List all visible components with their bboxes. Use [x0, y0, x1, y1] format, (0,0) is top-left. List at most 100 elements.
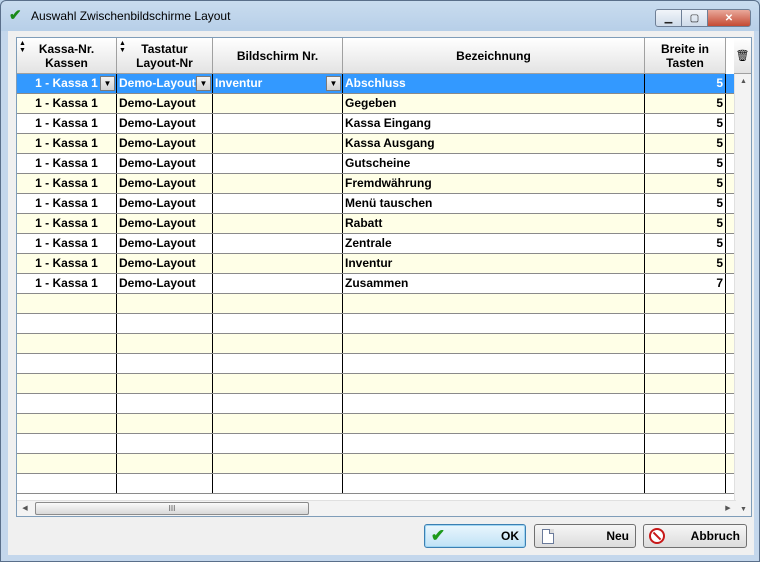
minimize-button[interactable]: ▁: [655, 9, 682, 27]
cell-bezeichnung[interactable]: [343, 414, 645, 433]
cell-breite[interactable]: [645, 314, 726, 333]
column-header-breite[interactable]: Breite in Tasten: [645, 38, 726, 74]
cell-kasse[interactable]: 1 - Kassa 1: [17, 114, 117, 133]
cell-bildschirm[interactable]: [213, 314, 343, 333]
cell-bildschirm[interactable]: [213, 214, 343, 233]
cell-breite[interactable]: 5: [645, 154, 726, 173]
cell-bildschirm[interactable]: [213, 394, 343, 413]
cancel-button[interactable]: Abbruch: [643, 524, 747, 548]
cell-breite[interactable]: [645, 354, 726, 373]
cell-bezeichnung[interactable]: [343, 434, 645, 453]
cell-layout[interactable]: [117, 474, 213, 493]
cell-kasse[interactable]: [17, 374, 117, 393]
cell-kasse[interactable]: 1 - Kassa 1: [17, 194, 117, 213]
cell-bildschirm[interactable]: [213, 114, 343, 133]
column-header-kasse[interactable]: ▲ ▼ Kassa-Nr. Kassen: [17, 38, 117, 74]
cell-layout[interactable]: Demo-Layout: [117, 234, 213, 253]
table-row[interactable]: 1 - Kassa 1 Demo-Layout Fremdwährung 5: [17, 174, 736, 194]
cell-layout[interactable]: [117, 374, 213, 393]
cell-bildschirm[interactable]: [213, 354, 343, 373]
cell-bildschirm[interactable]: [213, 474, 343, 493]
cell-layout[interactable]: Demo-Layout: [117, 154, 213, 173]
cell-layout[interactable]: [117, 434, 213, 453]
cell-layout[interactable]: [117, 414, 213, 433]
cell-kasse[interactable]: 1 - Kassa 1: [17, 134, 117, 153]
table-row[interactable]: 1 - Kassa 1 ▼ Demo-Layout ▼ Inventur ▼ Abschlu…: [17, 74, 736, 94]
cell-kasse[interactable]: 1 - Kassa 1: [17, 234, 117, 253]
cell-layout[interactable]: Demo-Layout: [117, 254, 213, 273]
cell-bezeichnung[interactable]: [343, 474, 645, 493]
table-row[interactable]: [17, 294, 736, 314]
table-row[interactable]: 1 - Kassa 1 Demo-Layout Zusammen 7: [17, 274, 736, 294]
table-row[interactable]: [17, 354, 736, 374]
cell-bildschirm[interactable]: [213, 454, 343, 473]
table-row[interactable]: 1 - Kassa 1 Demo-Layout Kassa Eingang 5: [17, 114, 736, 134]
scroll-left-icon[interactable]: ◀: [17, 501, 33, 516]
cell-bildschirm[interactable]: Inventur ▼: [213, 74, 343, 93]
cell-layout[interactable]: [117, 394, 213, 413]
table-row[interactable]: 1 - Kassa 1 Demo-Layout Rabatt 5: [17, 214, 736, 234]
table-row[interactable]: [17, 314, 736, 334]
cell-kasse[interactable]: 1 - Kassa 1: [17, 254, 117, 273]
cell-breite[interactable]: 5: [645, 114, 726, 133]
cell-bildschirm[interactable]: [213, 154, 343, 173]
cell-layout[interactable]: Demo-Layout: [117, 274, 213, 293]
cell-kasse[interactable]: 1 - Kassa 1: [17, 154, 117, 173]
cell-kasse[interactable]: [17, 294, 117, 313]
cell-breite[interactable]: [645, 414, 726, 433]
cell-layout[interactable]: Demo-Layout: [117, 174, 213, 193]
cell-kasse[interactable]: [17, 314, 117, 333]
cell-bezeichnung[interactable]: Gutscheine: [343, 154, 645, 173]
cell-kasse[interactable]: 1 - Kassa 1: [17, 94, 117, 113]
cell-bildschirm[interactable]: [213, 274, 343, 293]
table-row[interactable]: 1 - Kassa 1 Demo-Layout Gegeben 5: [17, 94, 736, 114]
dropdown-arrow-icon[interactable]: ▼: [100, 76, 115, 91]
cell-layout[interactable]: Demo-Layout: [117, 94, 213, 113]
column-header-layout[interactable]: ▲ ▼ Tastatur Layout-Nr: [117, 38, 213, 74]
cell-bezeichnung[interactable]: Zusammen: [343, 274, 645, 293]
cell-kasse[interactable]: [17, 394, 117, 413]
cell-layout[interactable]: Demo-Layout ▼: [117, 74, 213, 93]
table-row[interactable]: [17, 334, 736, 354]
horizontal-scroll-thumb[interactable]: III: [35, 502, 309, 515]
cell-bezeichnung[interactable]: Abschluss: [343, 74, 645, 93]
cell-breite[interactable]: 7: [645, 274, 726, 293]
cell-bezeichnung[interactable]: Inventur: [343, 254, 645, 273]
cell-bildschirm[interactable]: [213, 414, 343, 433]
cell-bezeichnung[interactable]: Gegeben: [343, 94, 645, 113]
cell-breite[interactable]: [645, 434, 726, 453]
cell-layout[interactable]: [117, 334, 213, 353]
cell-bezeichnung[interactable]: [343, 454, 645, 473]
cell-bildschirm[interactable]: [213, 334, 343, 353]
cell-layout[interactable]: Demo-Layout: [117, 114, 213, 133]
cell-layout[interactable]: Demo-Layout: [117, 214, 213, 233]
cell-breite[interactable]: [645, 294, 726, 313]
column-header-bezeichnung[interactable]: Bezeichnung: [343, 38, 645, 74]
table-row[interactable]: [17, 394, 736, 414]
table-row[interactable]: 1 - Kassa 1 Demo-Layout Kassa Ausgang 5: [17, 134, 736, 154]
cell-kasse[interactable]: 1 - Kassa 1: [17, 274, 117, 293]
cell-breite[interactable]: 5: [645, 94, 726, 113]
cell-bildschirm[interactable]: [213, 294, 343, 313]
cell-bildschirm[interactable]: [213, 194, 343, 213]
column-chooser-button[interactable]: 🗑: [734, 38, 751, 74]
close-button[interactable]: ✕: [707, 9, 751, 27]
horizontal-scrollbar[interactable]: ◀ III ▶: [17, 500, 736, 516]
cell-bildschirm[interactable]: [213, 174, 343, 193]
cell-breite[interactable]: [645, 474, 726, 493]
cell-bezeichnung[interactable]: Kassa Ausgang: [343, 134, 645, 153]
cell-bezeichnung[interactable]: [343, 394, 645, 413]
cell-breite[interactable]: [645, 374, 726, 393]
cell-layout[interactable]: Demo-Layout: [117, 194, 213, 213]
table-row[interactable]: 1 - Kassa 1 Demo-Layout Menü tauschen 5: [17, 194, 736, 214]
dropdown-arrow-icon[interactable]: ▼: [196, 76, 211, 91]
table-row[interactable]: 1 - Kassa 1 Demo-Layout Gutscheine 5: [17, 154, 736, 174]
cell-breite[interactable]: 5: [645, 194, 726, 213]
cell-layout[interactable]: Demo-Layout: [117, 134, 213, 153]
cell-breite[interactable]: 5: [645, 234, 726, 253]
cell-kasse[interactable]: [17, 434, 117, 453]
cell-bildschirm[interactable]: [213, 94, 343, 113]
scroll-right-icon[interactable]: ▶: [720, 501, 736, 516]
cell-kasse[interactable]: [17, 454, 117, 473]
vertical-scrollbar[interactable]: ▲ ▼: [734, 74, 751, 516]
